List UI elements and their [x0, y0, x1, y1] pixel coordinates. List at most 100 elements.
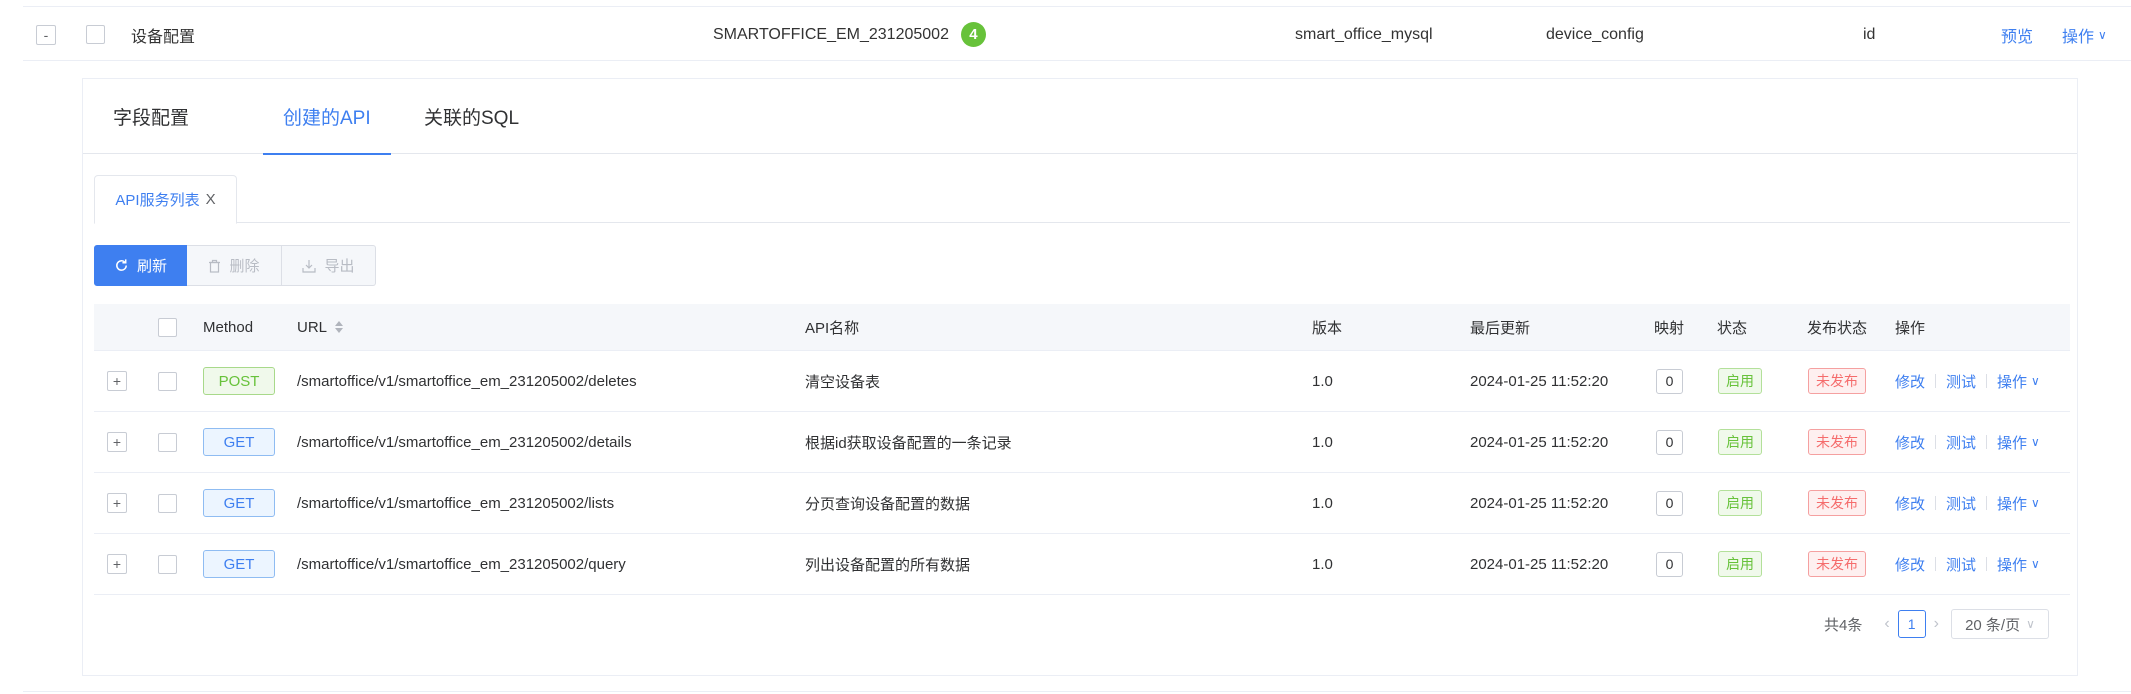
divider [1935, 496, 1937, 510]
api-count-badge: 4 [960, 22, 986, 47]
table-header: Method URL API名称 版本 最后更新 映射 状态 发布状态 操作 [94, 304, 2070, 351]
parent-operate-dropdown[interactable]: 操作 ∨ [2062, 7, 2107, 62]
row-updated: 2024-01-25 11:52:20 [1470, 372, 1609, 390]
row-updated: 2024-01-25 11:52:20 [1470, 494, 1609, 512]
test-link[interactable]: 测试 [1946, 493, 1976, 514]
export-button[interactable]: 导出 [282, 245, 376, 286]
edit-link[interactable]: 修改 [1895, 371, 1925, 392]
mapping-count[interactable]: 0 [1656, 368, 1683, 394]
divider [1935, 435, 1937, 449]
method-badge: GET [203, 428, 275, 456]
parent-row-code-cell: SMARTOFFICE_EM_231205002 4 [713, 7, 986, 62]
table-row[interactable]: + GET /smartoffice/v1/smartoffice_em_231… [94, 534, 2070, 595]
collapse-button[interactable]: - [36, 24, 56, 45]
test-link[interactable]: 测试 [1946, 371, 1976, 392]
table-row[interactable]: + GET /smartoffice/v1/smartoffice_em_231… [94, 473, 2070, 534]
mapping-count[interactable]: 0 [1656, 551, 1683, 577]
tab-related-sql[interactable]: 关联的SQL [424, 79, 519, 154]
divider [1935, 557, 1937, 571]
row-api-name: 分页查询设备配置的数据 [805, 495, 971, 513]
publish-status-badge: 未发布 [1808, 551, 1866, 577]
close-icon[interactable]: X [206, 191, 216, 208]
parent-row-name: 设备配置 [131, 28, 196, 46]
test-link[interactable]: 测试 [1946, 432, 1976, 453]
expand-row-button[interactable]: + [107, 371, 127, 391]
sort-icon[interactable] [335, 321, 344, 333]
page: - 设备配置 SMARTOFFICE_EM_231205002 4 smart_… [0, 0, 2131, 694]
row-url: /smartoffice/v1/smartoffice_em_231205002… [297, 494, 615, 512]
parent-checkbox-cell [86, 7, 105, 62]
prev-page-button[interactable]: ‹ [1876, 615, 1897, 633]
row-api-name: 清空设备表 [805, 373, 881, 391]
header-api-name: API名称 [805, 319, 860, 337]
header-url-label: URL [297, 318, 328, 336]
preview-link-label[interactable]: 预览 [2001, 23, 2033, 47]
more-actions-dropdown[interactable]: 操作 [1997, 432, 2027, 453]
expand-row-button[interactable]: + [107, 432, 127, 452]
header-actions: 操作 [1895, 319, 1926, 337]
detail-tabs: 字段配置 创建的API 关联的SQL [83, 79, 2077, 155]
publish-status-badge: 未发布 [1808, 429, 1866, 455]
more-actions-dropdown[interactable]: 操作 [1997, 554, 2027, 575]
parent-row-table-name: device_config [1546, 25, 1644, 43]
parent-row-checkbox[interactable] [86, 25, 105, 44]
parent-operate-label[interactable]: 操作 [2062, 23, 2094, 47]
select-all-checkbox[interactable] [158, 317, 177, 337]
parent-row-database: smart_office_mysql [1295, 25, 1433, 43]
expand-row-button[interactable]: + [107, 554, 127, 574]
row-checkbox[interactable] [158, 432, 177, 452]
edit-link[interactable]: 修改 [1895, 432, 1925, 453]
more-actions-dropdown[interactable]: 操作 [1997, 371, 2027, 392]
status-badge: 启用 [1718, 368, 1762, 394]
header-version: 版本 [1312, 319, 1343, 337]
subtab-api-service-list[interactable]: API服务列表 X [94, 175, 237, 224]
page-number-1[interactable]: 1 [1897, 610, 1926, 638]
header-method: Method [203, 318, 254, 336]
method-badge: POST [203, 367, 275, 395]
edit-link[interactable]: 修改 [1895, 493, 1925, 514]
divider [1935, 374, 1937, 388]
table-row[interactable]: + POST /smartoffice/v1/smartoffice_em_23… [94, 351, 2070, 412]
tab-field-config[interactable]: 字段配置 [113, 79, 189, 154]
row-api-name: 列出设备配置的所有数据 [805, 556, 971, 574]
next-page-button[interactable]: › [1926, 615, 1947, 633]
preview-link[interactable]: 预览 [2001, 7, 2033, 62]
chevron-down-icon: ∨ [2031, 557, 2040, 571]
collapse-toggle-cell: - [36, 7, 56, 62]
header-url[interactable]: URL [297, 304, 344, 350]
trash-icon [209, 259, 221, 273]
row-checkbox[interactable] [158, 554, 177, 574]
mapping-count[interactable]: 0 [1656, 490, 1683, 516]
divider [1986, 496, 1988, 510]
row-version: 1.0 [1312, 555, 1333, 573]
parent-row-code: SMARTOFFICE_EM_231205002 [713, 25, 949, 43]
header-publish-status: 发布状态 [1807, 319, 1868, 337]
row-url: /smartoffice/v1/smartoffice_em_231205002… [297, 555, 626, 573]
more-actions-dropdown[interactable]: 操作 [1997, 493, 2027, 514]
parent-table-row[interactable]: - 设备配置 SMARTOFFICE_EM_231205002 4 smart_… [23, 6, 2131, 61]
edit-link[interactable]: 修改 [1895, 554, 1925, 575]
pagination-total: 共4条 [1824, 616, 1863, 634]
header-status: 状态 [1717, 319, 1748, 337]
chevron-down-icon: ∨ [2031, 435, 2040, 449]
refresh-button[interactable]: 刷新 [94, 245, 187, 286]
tab-created-api[interactable]: 创建的API [263, 79, 391, 155]
mapping-count[interactable]: 0 [1656, 429, 1683, 455]
table-bottom-border [23, 691, 2131, 692]
status-badge: 启用 [1718, 551, 1762, 577]
method-badge: GET [203, 550, 275, 578]
method-badge: GET [203, 489, 275, 517]
row-version: 1.0 [1312, 433, 1333, 451]
refresh-icon [116, 259, 127, 271]
publish-status-badge: 未发布 [1808, 490, 1866, 516]
expand-row-button[interactable]: + [107, 493, 127, 513]
delete-button[interactable]: 删除 [187, 245, 282, 286]
table-row[interactable]: + GET /smartoffice/v1/smartoffice_em_231… [94, 412, 2070, 473]
page-size-label: 20 条/页 [1965, 616, 2021, 634]
row-checkbox[interactable] [158, 371, 177, 391]
page-size-select[interactable]: 20 条/页 ∨ [1951, 609, 2049, 639]
refresh-label: 刷新 [136, 258, 167, 275]
row-updated: 2024-01-25 11:52:20 [1470, 433, 1609, 451]
test-link[interactable]: 测试 [1946, 554, 1976, 575]
row-checkbox[interactable] [158, 493, 177, 513]
